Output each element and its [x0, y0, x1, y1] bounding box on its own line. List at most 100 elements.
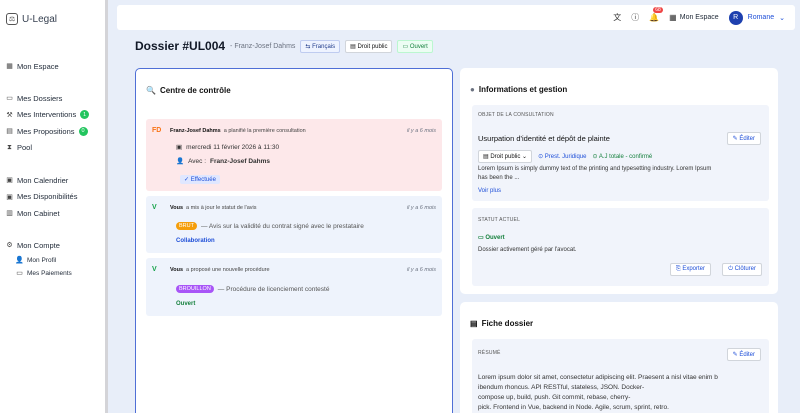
activity-category-line: Ouvert [176, 301, 195, 307]
activity-item[interactable]: V Vous a mis à jour le statut de l'avis … [146, 196, 442, 253]
domain-chip: ▤ Droit public [345, 39, 393, 53]
sidebar-item-disponibilites[interactable]: ▣ Mes Disponibilités [0, 189, 105, 206]
activity-panel-title: 🔍 Centre de contrôle [146, 86, 231, 95]
object-section: OBJET DE LA CONSULTATION Usurpation d'id… [472, 105, 769, 201]
section-caption: RÉSUMÉ [478, 350, 501, 356]
building-icon: ▥ [6, 210, 13, 218]
state-tag: BRUT [176, 222, 197, 230]
sidebar-item-profil[interactable]: 👤 Mon Profil [0, 254, 105, 267]
hammer-icon: ⚒ [6, 111, 13, 119]
hourglass-icon: ⧗ [7, 143, 12, 151]
object-title: Usurpation d'identité et dépôt de plaint… [478, 134, 610, 143]
sidebar-item-label: Mon Compte [17, 240, 60, 250]
activity-detail-line: BROUILLON — Procédure de licenciement co… [176, 285, 329, 293]
prest-label: ⊙ Prest. Juridique [538, 154, 587, 160]
sidebar-item-mon-espace[interactable]: ▦ Mon Espace [0, 58, 105, 75]
calendar-check-icon: ▣ [6, 193, 13, 201]
language-chip: ⇆ Français [300, 39, 341, 53]
sidebar-item-label: Mon Espace [17, 61, 59, 71]
activity-time: il y a 6 mois [406, 266, 436, 273]
bell-icon[interactable]: 🔔 68 [649, 7, 663, 22]
close-case-button[interactable]: ⏻ Clôturer [722, 263, 762, 276]
section-caption: OBJET DE LA CONSULTATION [478, 112, 554, 118]
user-icon: 👤 [176, 158, 185, 165]
sidebar-item-interventions[interactable]: ⚒ Mes Interventions 1 [0, 107, 105, 124]
status-badge: ▭ Ouvert [397, 39, 433, 53]
avatar: R [728, 10, 743, 25]
sidebar-item-label: Mon Calendrier [17, 175, 69, 185]
page-header: Dossier #UL004 - Franz-Josef Dahms ⇆ Fra… [135, 39, 433, 53]
sidebar-item-dossiers[interactable]: ▭ Mes Dossiers [0, 90, 105, 107]
user-menu[interactable]: R Romane ⌄ [728, 10, 785, 25]
edit-button[interactable]: ✎ Éditer [726, 132, 761, 145]
grid-icon: ▦ [6, 63, 13, 71]
object-description: Lorem Ipsum is simply dummy text of the … [478, 166, 712, 181]
notification-badge: 68 [653, 7, 663, 13]
translate-icon[interactable]: 文 [613, 12, 621, 23]
calendar-icon: ▣ [6, 177, 13, 185]
aj-label: ⊙ A.J totale - confirmé [592, 154, 653, 160]
see-more-link[interactable]: Voir plus [478, 188, 501, 194]
status-section: STATUT ACTUEL ▭ Ouvert Dossier activemen… [472, 208, 769, 286]
user-name: Romane [747, 14, 775, 21]
activity-time: il y a 6 mois [406, 127, 436, 134]
sidebar-item-label: Mon Cabinet [17, 208, 60, 218]
sidebar-item-label: Mes Interventions [17, 110, 77, 120]
info-panel-title: ● Informations et gestion [470, 85, 568, 94]
edit-button[interactable]: ✎ Éditer [726, 348, 761, 361]
info-panel: ● Informations et gestion OBJET DE LA CO… [460, 68, 778, 294]
export-button[interactable]: ⎘ Exporter [669, 263, 711, 276]
activity-category-line: Collaboration [176, 238, 215, 244]
status-badge: ✓ Effectuée [180, 175, 220, 184]
actor-name: Franz-Josef Dahms [170, 127, 221, 134]
client-name: - Franz-Josef Dahms [230, 42, 296, 50]
sidebar-item-propositions[interactable]: ▤ Mes Propositions 0 [0, 123, 105, 140]
status-badge: ▭ Ouvert [478, 235, 505, 241]
app-name: U-Legal [22, 13, 58, 25]
nav-group-main: ▦ Mon Espace [0, 58, 105, 75]
activity-panel: 🔍 Centre de contrôle FD Franz-Josef Dahm… [135, 68, 453, 413]
nav-group-compte: ⚙ Mon Compte 👤 Mon Profil ▭ Mes Paiement… [0, 237, 105, 280]
sidebar-item-pool[interactable]: ⧗ Pool [0, 140, 105, 157]
logo-icon: ⚖ [6, 13, 18, 25]
sidebar-item-cabinet[interactable]: ▥ Mon Cabinet [0, 205, 105, 222]
sidebar-item-label: Mes Disponibilités [17, 192, 78, 202]
grid-icon: ▦ [669, 13, 677, 22]
sidebar-item-paiements[interactable]: ▭ Mes Paiements [0, 267, 105, 280]
sidebar-item-compte[interactable]: ⚙ Mon Compte [0, 237, 105, 254]
activity-status-line: ✓ Effectuée [180, 175, 220, 184]
activity-text: a mis à jour le statut de l'avis [186, 204, 257, 211]
activity-text: a planifié la première consultation [223, 127, 306, 134]
espace-link[interactable]: ▦ Mon Espace [669, 13, 718, 22]
count-badge: 0 [78, 126, 88, 136]
actor-initials: V [152, 204, 157, 211]
sidebar-item-label: Mes Paiements [27, 269, 72, 277]
search-chat-icon: 🔍 [146, 86, 156, 95]
nav-group-agenda: ▣ Mon Calendrier ▣ Mes Disponibilités ▥ … [0, 172, 105, 222]
gear-icon: ⚙ [6, 242, 13, 250]
count-badge: 1 [80, 110, 90, 120]
sidebar-item-label: Mes Propositions [17, 126, 75, 136]
fiche-panel-title: ▤ Fiche dossier [470, 319, 534, 328]
help-icon[interactable]: ⓘ [631, 12, 639, 23]
category-label: Ouvert [176, 301, 196, 307]
sidebar-item-calendrier[interactable]: ▣ Mon Calendrier [0, 172, 105, 189]
sidebar: ⚖ U-Legal ▦ Mon Espace ▭ Mes Dossiers ⚒ … [0, 0, 108, 413]
activity-item[interactable]: V Vous a proposé une nouvelle procédure … [146, 258, 442, 316]
resume-section: RÉSUMÉ ✎ Éditer Lorem ipsum dolor sit am… [472, 339, 769, 413]
meta-row: ▤ Droit public ⌄ ⊙ Prest. Juridique ⊙ A.… [478, 150, 652, 163]
sidebar-item-label: Pool [17, 143, 33, 153]
resume-text: Lorem ipsum dolor sit amet, consectetur … [478, 374, 718, 411]
circle-icon: ● [470, 85, 475, 94]
activity-item[interactable]: FD Franz-Josef Dahms a planifié la premi… [146, 119, 442, 191]
clipboard-icon: ▤ [470, 319, 478, 328]
nav-group-dossiers: ▭ Mes Dossiers ⚒ Mes Interventions 1 ▤ M… [0, 90, 105, 156]
sidebar-item-label: Mes Dossiers [17, 93, 63, 103]
activity-date-line: ▣ mercredi 11 février 2026 à 11:30 [176, 143, 280, 152]
app-logo[interactable]: ⚖ U-Legal [6, 13, 57, 25]
topbar: 文 ⓘ 🔔 68 ▦ Mon Espace R Romane ⌄ [117, 5, 795, 30]
domain-select[interactable]: ▤ Droit public ⌄ [478, 150, 533, 163]
chevron-down-icon: ⌄ [779, 14, 785, 22]
page-title: Dossier #UL004 [135, 39, 226, 53]
user-icon: 👤 [15, 257, 24, 264]
